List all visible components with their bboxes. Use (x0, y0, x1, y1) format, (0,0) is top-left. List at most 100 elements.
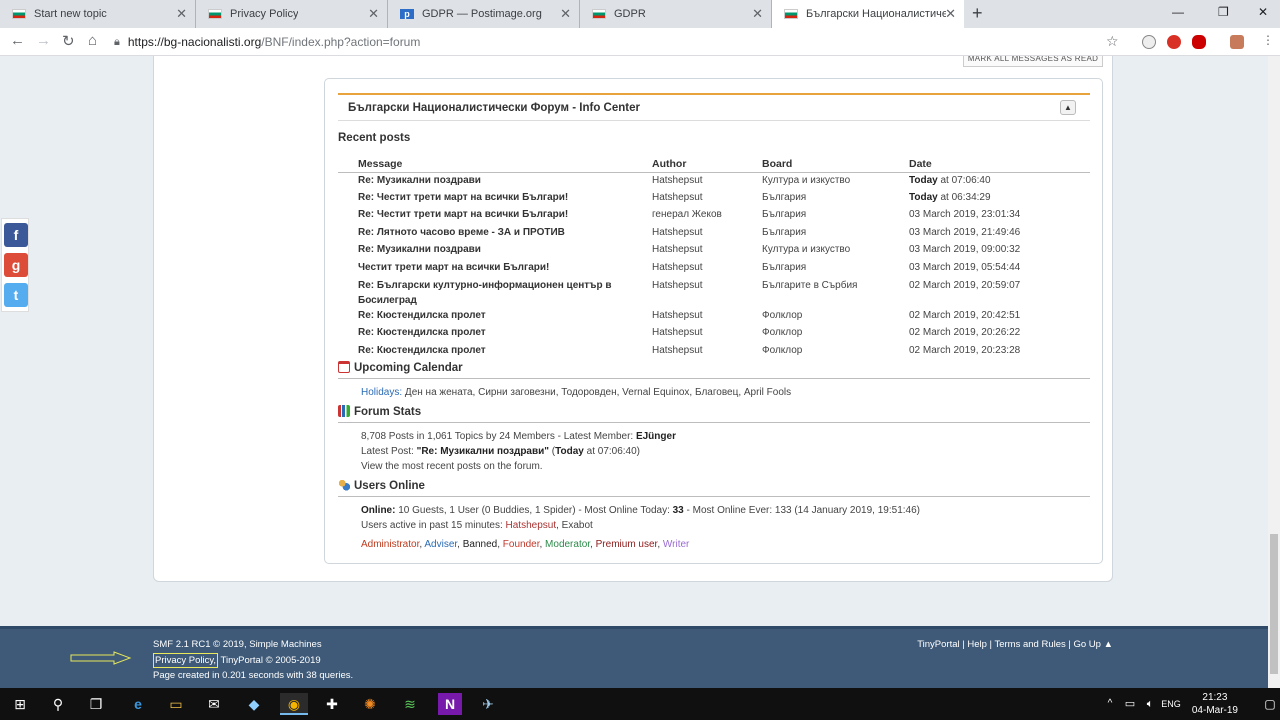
mark-all-read-button[interactable]: MARK ALL MESSAGES AS READ (963, 56, 1103, 67)
post-author[interactable]: Hatshepsut (632, 190, 742, 208)
post-board[interactable]: България (742, 190, 889, 208)
forward-icon[interactable]: → (36, 32, 51, 49)
footer-links[interactable]: TinyPortal | Help | Terms and Rules | Go… (917, 639, 1113, 650)
new-tab-button[interactable]: + (972, 3, 983, 24)
post-author[interactable]: Hatshepsut (632, 242, 742, 260)
close-icon[interactable]: ✕ (945, 6, 956, 22)
users-icon (338, 479, 350, 491)
tinyportal-copyright[interactable]: TinyPortal © 2005-2019 (218, 655, 321, 666)
post-title-link[interactable]: Re: Честит трети март на всички Българи! (338, 207, 632, 225)
paint-icon[interactable]: ✚ (320, 693, 344, 715)
tab-gdpr-postimage[interactable]: p GDPR — Postimage.org ✕ (388, 0, 580, 28)
minimize-icon[interactable]: — (1172, 5, 1184, 19)
onenote-icon[interactable]: N (438, 693, 462, 715)
membergroup-moderator[interactable]: Moderator (545, 539, 590, 550)
close-icon[interactable]: ✕ (560, 6, 571, 22)
post-author[interactable]: Hatshepsut (632, 325, 742, 343)
post-author[interactable]: Hatshepsut (632, 172, 742, 190)
latest-member-link[interactable]: EJünger (636, 431, 676, 442)
membergroup-writer[interactable]: Writer (663, 539, 689, 550)
post-board[interactable]: Фолклор (742, 343, 889, 361)
post-board[interactable]: Култура и изкуство (742, 242, 889, 260)
active-user-link[interactable]: Hatshepsut (506, 520, 557, 531)
home-icon[interactable]: ⌂ (88, 32, 97, 49)
windows-start-icon[interactable]: ⊞ (8, 693, 32, 715)
opera-extension-icon[interactable] (1192, 35, 1206, 49)
online-line: Online: 10 Guests, 1 User (0 Buddies, 1 … (361, 505, 920, 516)
latest-post-link[interactable]: "Re: Музикални поздрави" (417, 446, 549, 457)
post-date: 03 March 2019, 21:49:46 (889, 225, 1090, 243)
post-author[interactable]: Hatshepsut (632, 278, 742, 308)
post-title-link[interactable]: Re: Кюстендилска пролет (338, 343, 632, 361)
membergroup-administrator[interactable]: Administrator (361, 539, 419, 550)
app-icon-sun[interactable]: ✺ (358, 693, 382, 715)
tab-gdpr[interactable]: GDPR ✕ (580, 0, 772, 28)
app-icon-bird[interactable]: ✈ (476, 693, 500, 715)
taskbar-clock[interactable]: 21:23 04-Mar-19 (1192, 691, 1238, 717)
post-author[interactable]: генерал Жеков (632, 207, 742, 225)
facebook-icon[interactable]: f (4, 223, 28, 247)
privacy-policy-link[interactable]: Privacy Policy, (153, 653, 219, 668)
avatar[interactable] (1230, 35, 1244, 49)
window-close-icon[interactable]: ✕ (1258, 5, 1268, 19)
close-icon[interactable]: ✕ (176, 6, 187, 22)
close-icon[interactable]: ✕ (368, 6, 379, 22)
post-title-link[interactable]: Re: Български културно-информационен цен… (338, 278, 632, 308)
post-title-link[interactable]: Re: Честит трети март на всички Българи! (338, 190, 632, 208)
edge-icon[interactable]: e (126, 693, 150, 715)
restore-icon[interactable]: ❐ (1218, 5, 1229, 19)
scrollbar-thumb[interactable] (1270, 534, 1278, 674)
holidays-label[interactable]: Holidays: (361, 387, 402, 398)
close-icon[interactable]: ✕ (752, 6, 763, 22)
post-board[interactable]: България (742, 260, 889, 278)
post-title-link[interactable]: Честит трети март на всички Българи! (338, 260, 632, 278)
tab-bg-nacionalisti[interactable]: Български Националистически ✕ (772, 0, 964, 28)
post-title-link[interactable]: Re: Музикални поздрави (338, 242, 632, 260)
language-indicator[interactable]: ENG (1158, 693, 1184, 715)
twitter-icon[interactable]: t (4, 283, 28, 307)
post-board[interactable]: Фолклор (742, 308, 889, 326)
post-board[interactable]: Фолклор (742, 325, 889, 343)
bg-flag-icon (592, 9, 606, 19)
post-title-link[interactable]: Re: Музикални поздрави (338, 172, 632, 190)
post-author[interactable]: Hatshepsut (632, 308, 742, 326)
membergroup-adviser[interactable]: Adviser (424, 539, 457, 550)
store-icon[interactable]: ◆ (242, 693, 266, 715)
reload-icon[interactable]: ↻ (62, 32, 75, 50)
menu-kebab-icon[interactable]: ⋮ (1262, 33, 1274, 47)
extension-block-icon[interactable] (1167, 35, 1181, 49)
post-author[interactable]: Hatshepsut (632, 343, 742, 361)
post-title-link[interactable]: Re: Кюстендилска пролет (338, 308, 632, 326)
app-icon-stripes[interactable]: ≋ (398, 693, 422, 715)
post-board[interactable]: Култура и изкуство (742, 172, 889, 190)
membergroup-banned[interactable]: Banned (463, 539, 497, 550)
post-author[interactable]: Hatshepsut (632, 260, 742, 278)
task-view-icon[interactable]: ❐ (84, 693, 108, 715)
post-board[interactable]: България (742, 207, 889, 225)
membergroup-founder[interactable]: Founder (503, 539, 540, 550)
post-date: 03 March 2019, 05:54:44 (889, 260, 1090, 278)
search-icon[interactable]: ⚲ (46, 693, 70, 715)
scrollbar[interactable] (1268, 56, 1280, 688)
post-title-link[interactable]: Re: Кюстендилска пролет (338, 325, 632, 343)
post-title-link[interactable]: Re: Лятното часово време - ЗА и ПРОТИВ (338, 225, 632, 243)
address-bar[interactable]: 🔒︎ https://bg-nacionalisti.org/BNF/index… (114, 31, 1130, 53)
membergroup-premium-user[interactable]: Premium user (596, 539, 658, 550)
notifications-icon[interactable]: ▢ (1258, 693, 1280, 715)
extension-info-icon[interactable] (1142, 35, 1156, 49)
back-icon[interactable]: ← (10, 32, 25, 49)
file-explorer-icon[interactable]: ▭ (164, 693, 188, 715)
post-board[interactable]: Българите в Сърбия (742, 278, 889, 308)
smf-copyright[interactable]: SMF 2.1 RC1 © 2019, Simple Machines (153, 639, 322, 650)
collapse-toggle-icon[interactable]: ▲ (1060, 100, 1076, 115)
tab-start-new-topic[interactable]: Start new topic ✕ (0, 0, 196, 28)
bookmark-star-icon[interactable]: ☆ (1106, 33, 1119, 50)
mail-icon[interactable]: ✉ (202, 693, 226, 715)
table-row: Re: Кюстендилска пролет Hatshepsut Фолклор… (338, 343, 1090, 361)
recent-posts-link[interactable]: View the most recent posts on the forum. (361, 461, 543, 472)
post-board[interactable]: България (742, 225, 889, 243)
chrome-icon[interactable]: ◉ (280, 693, 308, 715)
tab-privacy-policy[interactable]: Privacy Policy ✕ (196, 0, 388, 28)
post-author[interactable]: Hatshepsut (632, 225, 742, 243)
google-plus-icon[interactable]: g (4, 253, 28, 277)
